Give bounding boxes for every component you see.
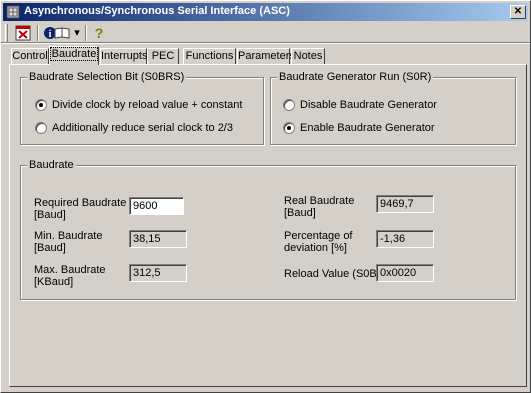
help-icon: ? (94, 25, 104, 41)
tab-interrupts[interactable]: Interrupts (100, 48, 147, 64)
main-window: Asynchronous/Synchronous Serial Interfac… (0, 0, 531, 393)
info-book-icon: i (44, 27, 70, 40)
generator-run-group: Baudrate Generator Run (S0R) Disable Bau… (270, 71, 516, 145)
chevron-down-icon: ▾ (74, 27, 80, 39)
close-button[interactable]: ✕ (510, 5, 526, 19)
tab-functions[interactable]: Functions (183, 48, 236, 64)
min-baudrate-label: Min. Baudrate [Baud] (34, 230, 103, 254)
close-view-icon (15, 25, 31, 41)
toolbar: i ▾ ? (5, 23, 525, 43)
app-icon (6, 5, 20, 19)
radio-button[interactable] (283, 122, 295, 134)
info-book-button[interactable]: i (43, 24, 71, 42)
group-title: Baudrate Selection Bit (S0BRS) (27, 71, 187, 83)
dropdown-arrow-button[interactable]: ▾ (72, 24, 82, 42)
reload-value: 0x0020 (376, 264, 434, 282)
radio-button[interactable] (283, 99, 295, 111)
tab-control[interactable]: Control (11, 48, 49, 64)
title-bar[interactable]: Asynchronous/Synchronous Serial Interfac… (3, 3, 528, 21)
help-button[interactable]: ? (91, 24, 107, 42)
radio-label: Enable Baudrate Generator (300, 122, 435, 134)
tab-parameters[interactable]: Parameters (237, 48, 295, 64)
toolbar-separator (85, 25, 87, 41)
toolbar-divider (1, 42, 530, 44)
radio-reduce-clock[interactable]: Additionally reduce serial clock to 2/3 (35, 121, 255, 135)
selection-bit-group: Baudrate Selection Bit (S0BRS) Divide cl… (20, 71, 264, 145)
max-baudrate-value: 312,5 (129, 264, 187, 282)
deviation-label: Percentage of deviation [%] (284, 230, 353, 254)
radio-button[interactable] (35, 99, 47, 111)
radio-label: Divide clock by reload value + constant (52, 99, 243, 111)
real-baudrate-value: 9469,7 (376, 195, 434, 213)
close-icon: ✕ (513, 6, 523, 17)
group-title: Baudrate (27, 159, 76, 171)
baudrate-group: Baudrate Required Baudrate [Baud] 9600 M… (20, 159, 516, 300)
radio-label: Additionally reduce serial clock to 2/3 (52, 122, 233, 134)
max-baudrate-label: Max. Baudrate [KBaud] (34, 264, 106, 288)
close-view-button[interactable] (13, 24, 33, 42)
radio-enable-generator[interactable]: Enable Baudrate Generator (283, 121, 503, 135)
svg-text:i: i (49, 29, 52, 40)
radio-button[interactable] (35, 122, 47, 134)
group-title: Baudrate Generator Run (S0R) (277, 71, 434, 83)
deviation-value: -1,36 (376, 230, 434, 248)
tab-notes[interactable]: Notes (291, 48, 325, 64)
real-baudrate-label: Real Baudrate [Baud] (284, 195, 355, 219)
toolbar-separator (37, 25, 39, 41)
reload-value-label: Reload Value (S0BG) (284, 268, 389, 280)
tab-pec[interactable]: PEC (147, 48, 179, 64)
radio-disable-generator[interactable]: Disable Baudrate Generator (283, 98, 503, 112)
baudrate-tab-panel: Baudrate Selection Bit (S0BRS) Divide cl… (9, 64, 527, 387)
tab-baudrate[interactable]: Baudrate (49, 46, 99, 65)
required-baudrate-label: Required Baudrate [Baud] (34, 197, 127, 221)
radio-divide-clock[interactable]: Divide clock by reload value + constant (35, 98, 255, 112)
radio-label: Disable Baudrate Generator (300, 99, 437, 111)
required-baudrate-input[interactable]: 9600 (129, 197, 184, 215)
window-title: Asynchronous/Synchronous Serial Interfac… (24, 5, 290, 17)
toolbar-grip[interactable] (5, 24, 8, 42)
min-baudrate-value: 38,15 (129, 230, 187, 248)
